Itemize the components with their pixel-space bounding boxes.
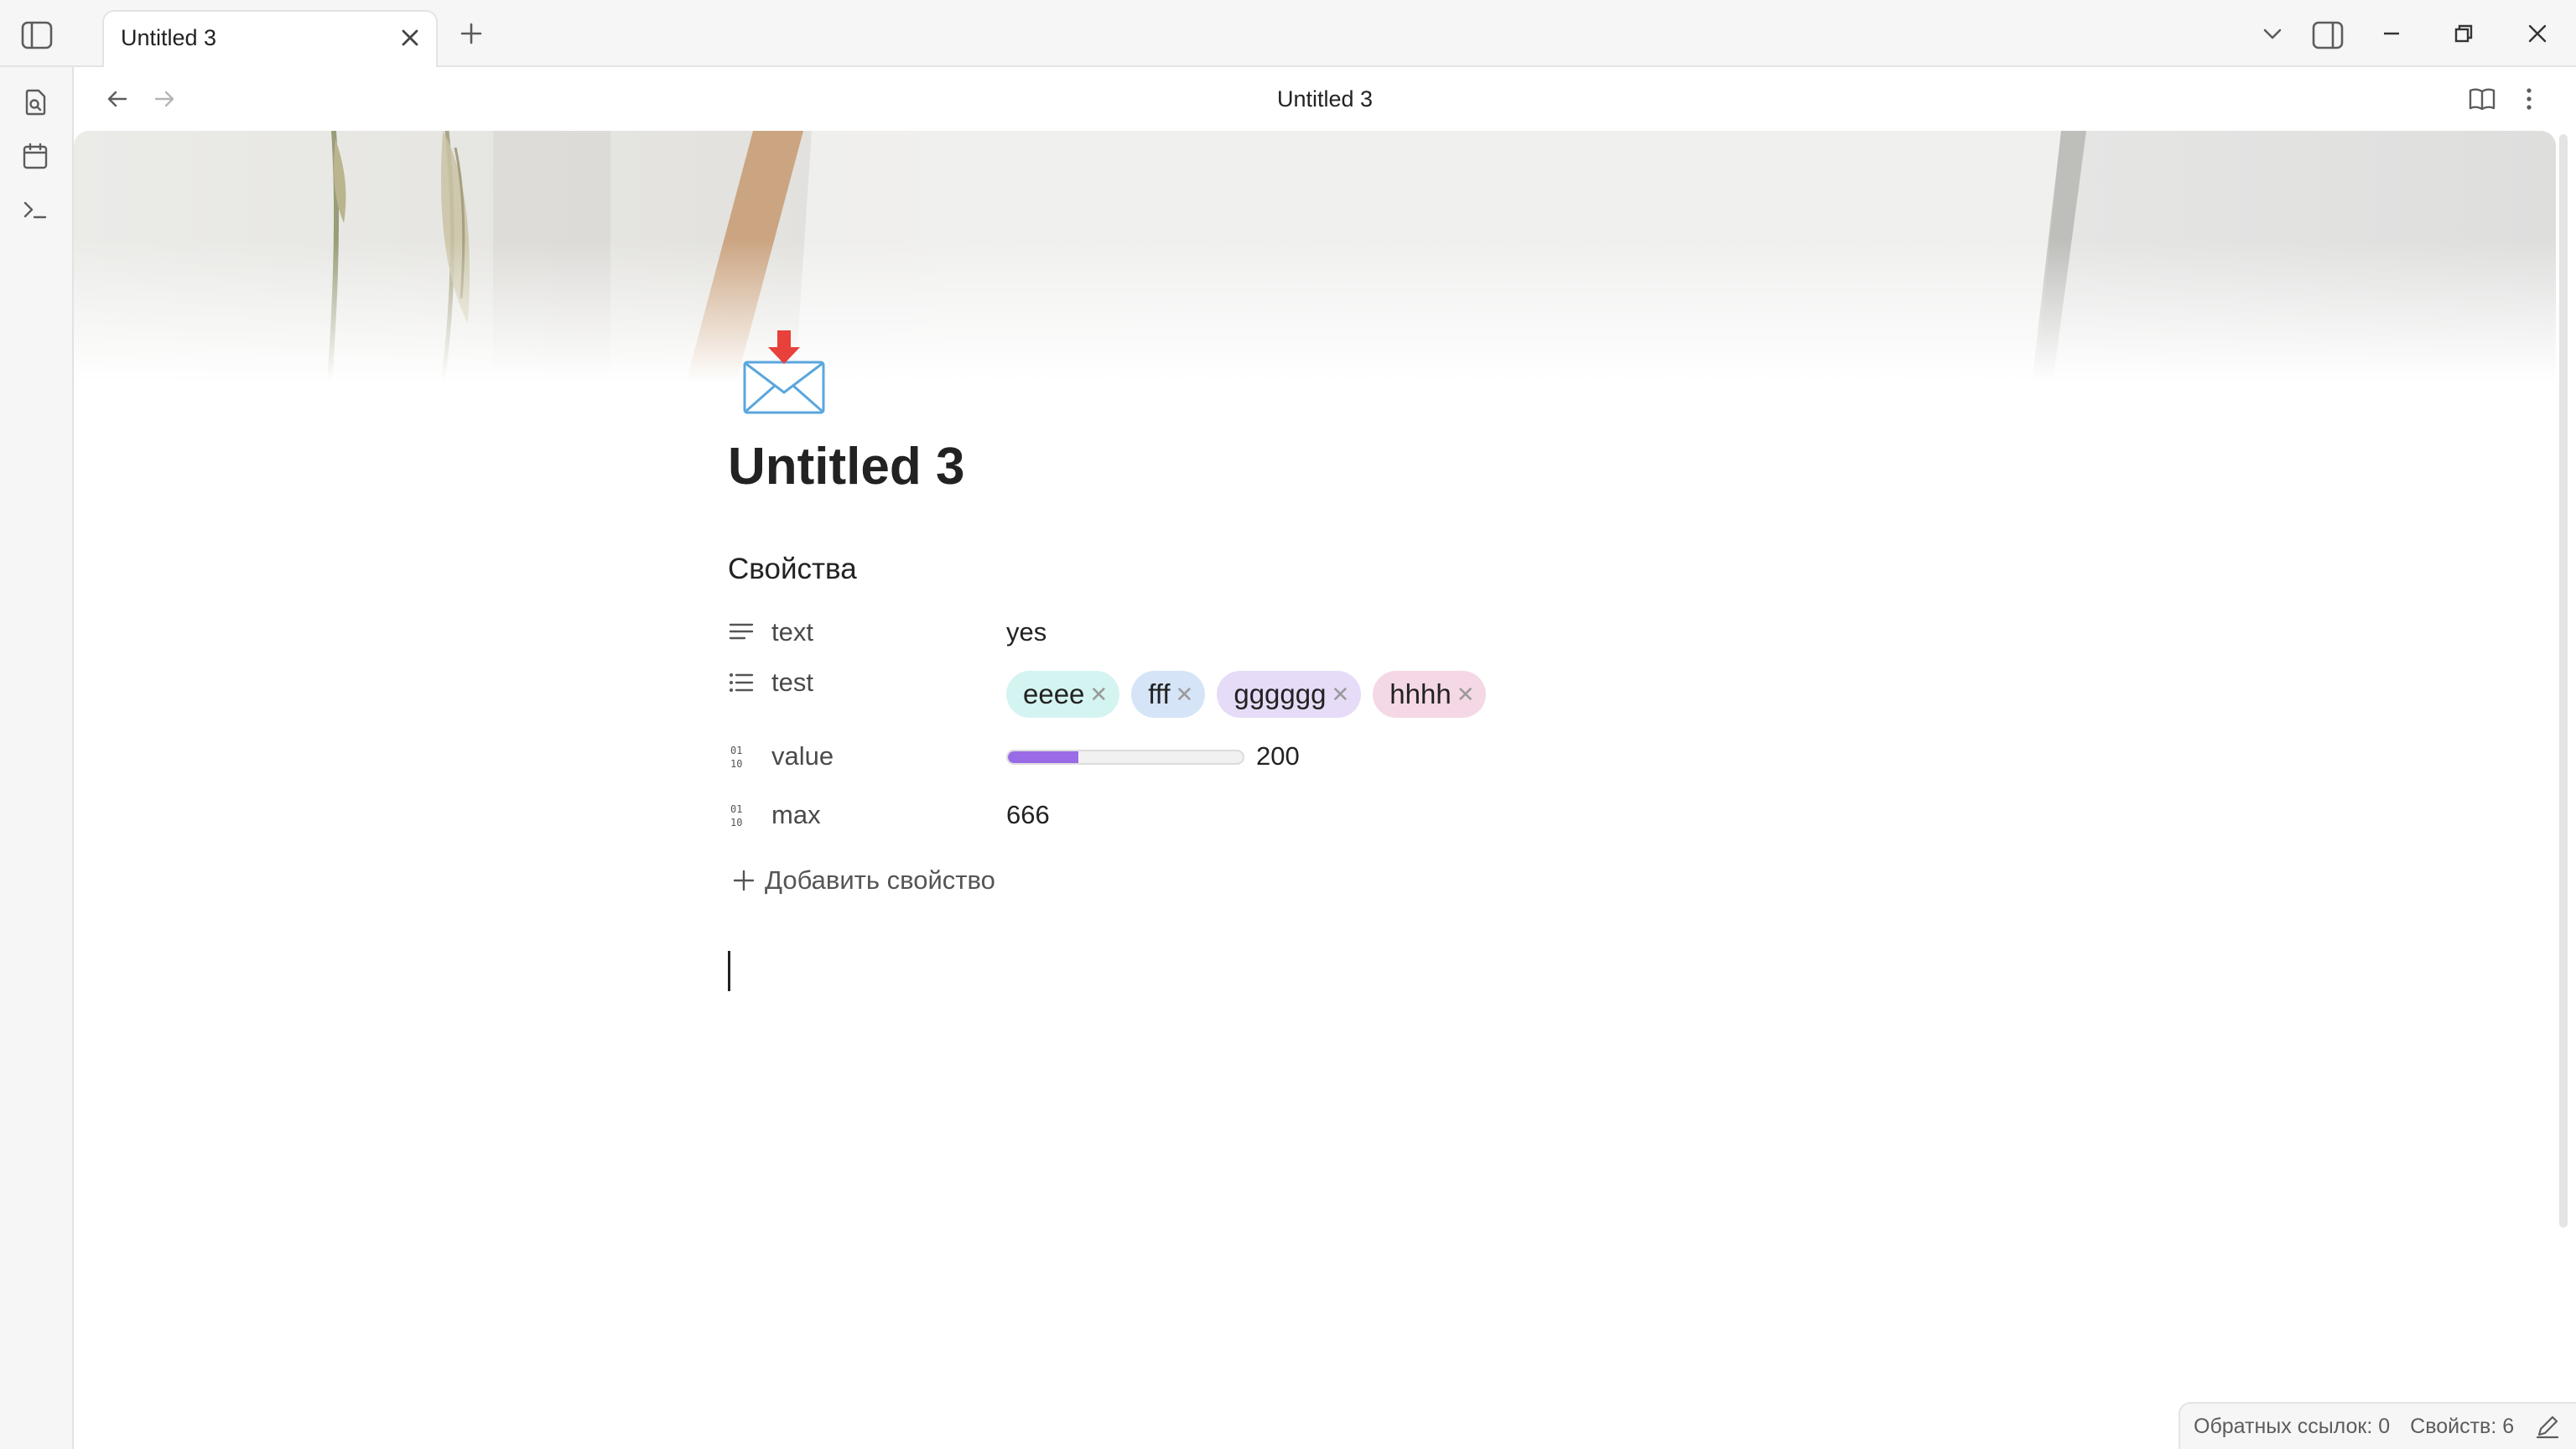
- book-open-icon[interactable]: [2464, 82, 2501, 116]
- pill-label: hhhh: [1389, 678, 1452, 709]
- property-row-max: 01 10 max 666: [728, 788, 1566, 842]
- text-cursor: [728, 951, 730, 991]
- arrow-left-icon[interactable]: [101, 82, 134, 116]
- close-tab-icon[interactable]: [396, 23, 424, 52]
- add-property-label: Добавить свойство: [765, 865, 995, 895]
- remove-pill-icon[interactable]: ✕: [1457, 682, 1475, 708]
- view-header: Untitled 3: [74, 67, 2576, 131]
- svg-text:01: 01: [730, 745, 742, 756]
- note-title[interactable]: Untitled 3: [728, 429, 964, 505]
- number-icon[interactable]: 01 10: [728, 802, 755, 828]
- pill-label: gggggg: [1233, 678, 1327, 709]
- property-key[interactable]: text: [771, 605, 813, 659]
- list-values: eeee ✕ fff ✕ gggggg ✕ hhhh ✕: [1006, 671, 1487, 719]
- terminal-icon[interactable]: [17, 191, 54, 228]
- view-title[interactable]: Untitled 3: [1277, 86, 1373, 112]
- list-pill[interactable]: gggggg ✕: [1217, 671, 1362, 718]
- number-icon[interactable]: 01 10: [728, 743, 755, 770]
- remove-pill-icon[interactable]: ✕: [1331, 682, 1349, 708]
- list-icon[interactable]: [728, 669, 755, 696]
- new-tab-icon[interactable]: [454, 17, 488, 50]
- properties-heading[interactable]: Свойства: [728, 548, 857, 590]
- right-sidebar-toggle-icon[interactable]: [2309, 17, 2346, 54]
- status-bar: Обратных ссылок: 0 Свойств: 6: [2179, 1402, 2576, 1449]
- list-pill[interactable]: hhhh ✕: [1373, 671, 1487, 718]
- property-row-text: text yes: [728, 605, 1566, 659]
- progress-bar[interactable]: [1006, 750, 1244, 765]
- svg-text:10: 10: [730, 817, 742, 828]
- scrollbar[interactable]: [2559, 134, 2568, 1228]
- svg-text:10: 10: [730, 758, 742, 770]
- calendar-icon[interactable]: [17, 138, 54, 174]
- pill-label: eeee: [1023, 678, 1085, 709]
- envelope-with-arrow-icon[interactable]: [738, 327, 830, 419]
- property-key[interactable]: test: [771, 656, 813, 709]
- backlinks-count[interactable]: Обратных ссылок: 0: [2194, 1415, 2390, 1439]
- left-ribbon: [0, 67, 74, 1449]
- more-options-icon[interactable]: [2512, 82, 2546, 116]
- remove-pill-icon[interactable]: ✕: [1089, 682, 1108, 708]
- tab-untitled-3[interactable]: Untitled 3: [102, 10, 438, 69]
- left-sidebar-toggle-icon[interactable]: [17, 17, 57, 54]
- banner-image: [74, 131, 2556, 382]
- pill-label: fff: [1148, 678, 1171, 709]
- plus-icon: [733, 870, 755, 891]
- list-pill[interactable]: eeee ✕: [1006, 671, 1120, 718]
- properties-count[interactable]: Свойств: 6: [2410, 1415, 2514, 1439]
- property-row-value: 01 10 value 200: [728, 730, 1566, 783]
- property-value[interactable]: yes: [1006, 605, 1046, 659]
- chevron-down-icon[interactable]: [2256, 17, 2289, 50]
- file-search-icon[interactable]: [17, 84, 54, 121]
- arrow-right-icon[interactable]: [148, 82, 181, 116]
- note-body-editor[interactable]: [728, 948, 1848, 998]
- property-row-test: test eeee ✕ fff ✕ gggggg ✕ hhhh ✕: [728, 667, 1566, 721]
- title-bar: Untitled 3: [0, 0, 2576, 69]
- list-pill[interactable]: fff ✕: [1131, 671, 1206, 718]
- remove-pill-icon[interactable]: ✕: [1176, 682, 1194, 708]
- add-property-button[interactable]: Добавить свойство: [731, 855, 995, 906]
- tab-label: Untitled 3: [121, 25, 217, 50]
- property-value[interactable]: 200: [1256, 730, 1300, 783]
- pencil-icon[interactable]: [2534, 1413, 2561, 1440]
- restore-icon[interactable]: [2445, 17, 2482, 50]
- close-window-icon[interactable]: [2519, 17, 2556, 50]
- text-lines-icon[interactable]: [728, 619, 755, 646]
- property-key[interactable]: value: [771, 730, 834, 783]
- minimize-icon[interactable]: [2373, 17, 2410, 50]
- svg-text:01: 01: [730, 803, 742, 815]
- progress-fill: [1008, 751, 1078, 763]
- property-key[interactable]: max: [771, 788, 821, 842]
- property-value[interactable]: 666: [1006, 788, 1050, 842]
